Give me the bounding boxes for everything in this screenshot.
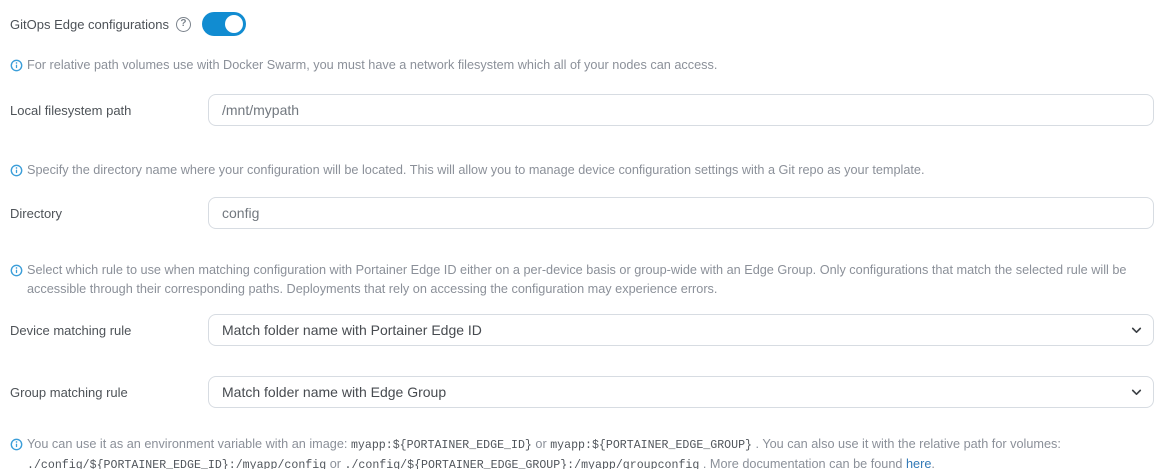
device-rule-row: Device matching rule Match folder name w… bbox=[10, 314, 1154, 346]
note-swarm: For relative path volumes use with Docke… bbox=[10, 56, 1154, 75]
group-rule-row: Group matching rule Match folder name wi… bbox=[10, 376, 1154, 408]
device-rule-selected-value: Match folder name with Portainer Edge ID bbox=[222, 322, 482, 338]
info-icon bbox=[10, 59, 23, 72]
group-rule-selected-value: Match folder name with Edge Group bbox=[222, 384, 446, 400]
directory-row: Directory bbox=[10, 197, 1154, 229]
info-icon bbox=[10, 264, 23, 277]
directory-label: Directory bbox=[10, 206, 208, 221]
note-usage-text: You can use it as an environment variabl… bbox=[27, 437, 1061, 469]
usage-text: You can use it as an environment variabl… bbox=[27, 437, 351, 451]
group-rule-label: Group matching rule bbox=[10, 385, 208, 400]
gitops-edge-header: GitOps Edge configurations ? bbox=[10, 12, 1154, 36]
usage-text: . More documentation can be found bbox=[699, 457, 906, 469]
note-directory: Specify the directory name where your co… bbox=[10, 161, 1154, 180]
group-rule-select[interactable]: Match folder name with Edge Group bbox=[208, 376, 1154, 408]
device-rule-label: Device matching rule bbox=[10, 323, 208, 338]
info-icon bbox=[10, 164, 23, 177]
chevron-down-icon bbox=[1130, 324, 1143, 337]
env-var-code: myapp:${PORTAINER_EDGE_GROUP} bbox=[550, 439, 752, 452]
volume-path-code: ./config/${PORTAINER_EDGE_ID}:/myapp/con… bbox=[27, 459, 326, 469]
gitops-edge-title: GitOps Edge configurations bbox=[10, 17, 169, 32]
documentation-link[interactable]: here bbox=[906, 457, 931, 469]
note-matching-text: Select which rule to use when matching c… bbox=[27, 263, 1126, 296]
usage-text: or bbox=[532, 437, 550, 451]
note-matching: Select which rule to use when matching c… bbox=[10, 261, 1154, 299]
note-swarm-text: For relative path volumes use with Docke… bbox=[27, 58, 717, 72]
note-directory-text: Specify the directory name where your co… bbox=[27, 163, 925, 177]
note-usage: You can use it as an environment variabl… bbox=[10, 435, 1154, 469]
env-var-code: myapp:${PORTAINER_EDGE_ID} bbox=[351, 439, 532, 452]
local-path-label: Local filesystem path bbox=[10, 103, 208, 118]
local-path-row: Local filesystem path bbox=[10, 94, 1154, 126]
local-path-input[interactable] bbox=[208, 94, 1154, 126]
volume-path-code: ./config/${PORTAINER_EDGE_GROUP}:/myapp/… bbox=[345, 459, 700, 469]
usage-text: . You can also use it with the relative … bbox=[752, 437, 1061, 451]
toggle-knob bbox=[225, 15, 243, 33]
usage-text: . bbox=[931, 457, 935, 469]
directory-input[interactable] bbox=[208, 197, 1154, 229]
info-icon bbox=[10, 438, 23, 451]
help-tooltip-icon[interactable]: ? bbox=[176, 17, 191, 32]
gitops-edge-toggle[interactable] bbox=[202, 12, 246, 36]
chevron-down-icon bbox=[1130, 386, 1143, 399]
device-rule-select[interactable]: Match folder name with Portainer Edge ID bbox=[208, 314, 1154, 346]
usage-text: or bbox=[326, 457, 344, 469]
